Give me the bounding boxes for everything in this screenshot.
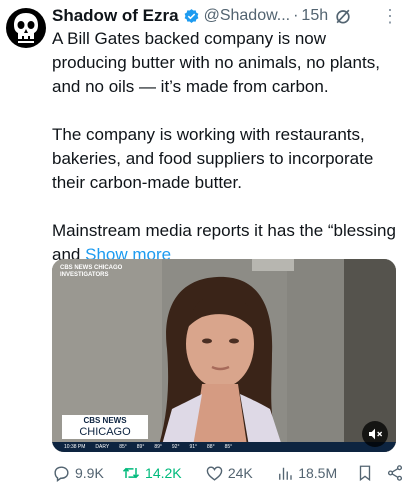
ticker-time: 10:38 PM bbox=[64, 444, 86, 450]
bookmark-icon bbox=[359, 465, 371, 482]
ticker-temp: 91° bbox=[189, 444, 198, 450]
share-icon bbox=[387, 465, 403, 481]
punisher-skull-icon bbox=[14, 13, 38, 43]
tweet-action-bar: 9.9K 14.2K 24K 18.5M bbox=[52, 462, 404, 484]
ticker-temp: 88° bbox=[207, 444, 215, 450]
mute-icon bbox=[369, 428, 383, 440]
view-count: 18.5M bbox=[298, 465, 338, 481]
tweet-paragraph: The company is working with restaurants,… bbox=[52, 125, 374, 192]
weather-ticker: 10:38 PM DARY 85° 89° 89° 92° 91° 88° 85… bbox=[52, 442, 396, 452]
cbs-investigators-logo: CBS NEWS CHICAGO INVESTIGATORS bbox=[60, 265, 122, 279]
tweet-paragraph: A Bill Gates backed company is now produ… bbox=[52, 29, 380, 96]
share-button[interactable] bbox=[386, 464, 404, 482]
reply-button[interactable]: 9.9K bbox=[52, 464, 111, 483]
author-name[interactable]: Shadow of Ezra bbox=[52, 6, 179, 26]
tweet-text: A Bill Gates backed company is now produ… bbox=[52, 27, 402, 267]
ticker-temp: 92° bbox=[171, 444, 180, 450]
ticker-temp: 85° bbox=[119, 444, 127, 450]
separator-dot: · bbox=[293, 7, 299, 24]
repost-button[interactable]: 14.2K bbox=[121, 463, 195, 483]
views-bar-chart-icon bbox=[279, 467, 292, 480]
bookmark-button[interactable] bbox=[356, 464, 374, 482]
edited-icon[interactable] bbox=[333, 6, 353, 26]
tweet-header: Shadow of Ezra @Shadow... · 15h ⋮ bbox=[52, 4, 405, 28]
station-name: CBS NEWS bbox=[83, 416, 127, 425]
video-player[interactable]: CBS NEWS CHICAGO INVESTIGATORS CBS NEWS … bbox=[52, 259, 396, 452]
tweet-timestamp[interactable]: 15h bbox=[301, 7, 328, 25]
ticker-temp: 89° bbox=[154, 444, 162, 450]
like-count: 24K bbox=[227, 465, 253, 481]
ticker-label: DARY bbox=[95, 444, 110, 450]
station-logo-box: CBS NEWS CHICAGO bbox=[62, 415, 148, 439]
heart-icon bbox=[206, 465, 223, 481]
repost-icon bbox=[123, 467, 140, 479]
verified-badge-icon bbox=[183, 8, 200, 25]
author-handle[interactable]: @Shadow... bbox=[204, 7, 291, 25]
author-avatar[interactable] bbox=[6, 8, 46, 48]
mute-button[interactable] bbox=[362, 421, 388, 447]
cbs-logo-line: INVESTIGATORS bbox=[60, 272, 109, 278]
ticker-temp: 85° bbox=[224, 444, 233, 450]
more-options-icon[interactable]: ⋮ bbox=[381, 6, 399, 27]
station-city: CHICAGO bbox=[79, 426, 131, 438]
ticker-temp: 89° bbox=[136, 444, 145, 450]
like-button[interactable]: 24K bbox=[205, 464, 260, 483]
reply-icon bbox=[54, 465, 69, 482]
views-button[interactable]: 18.5M bbox=[276, 464, 350, 482]
reply-count: 9.9K bbox=[75, 465, 104, 481]
repost-count: 14.2K bbox=[145, 465, 182, 481]
cbs-logo-line: CBS NEWS CHICAGO bbox=[60, 265, 123, 271]
